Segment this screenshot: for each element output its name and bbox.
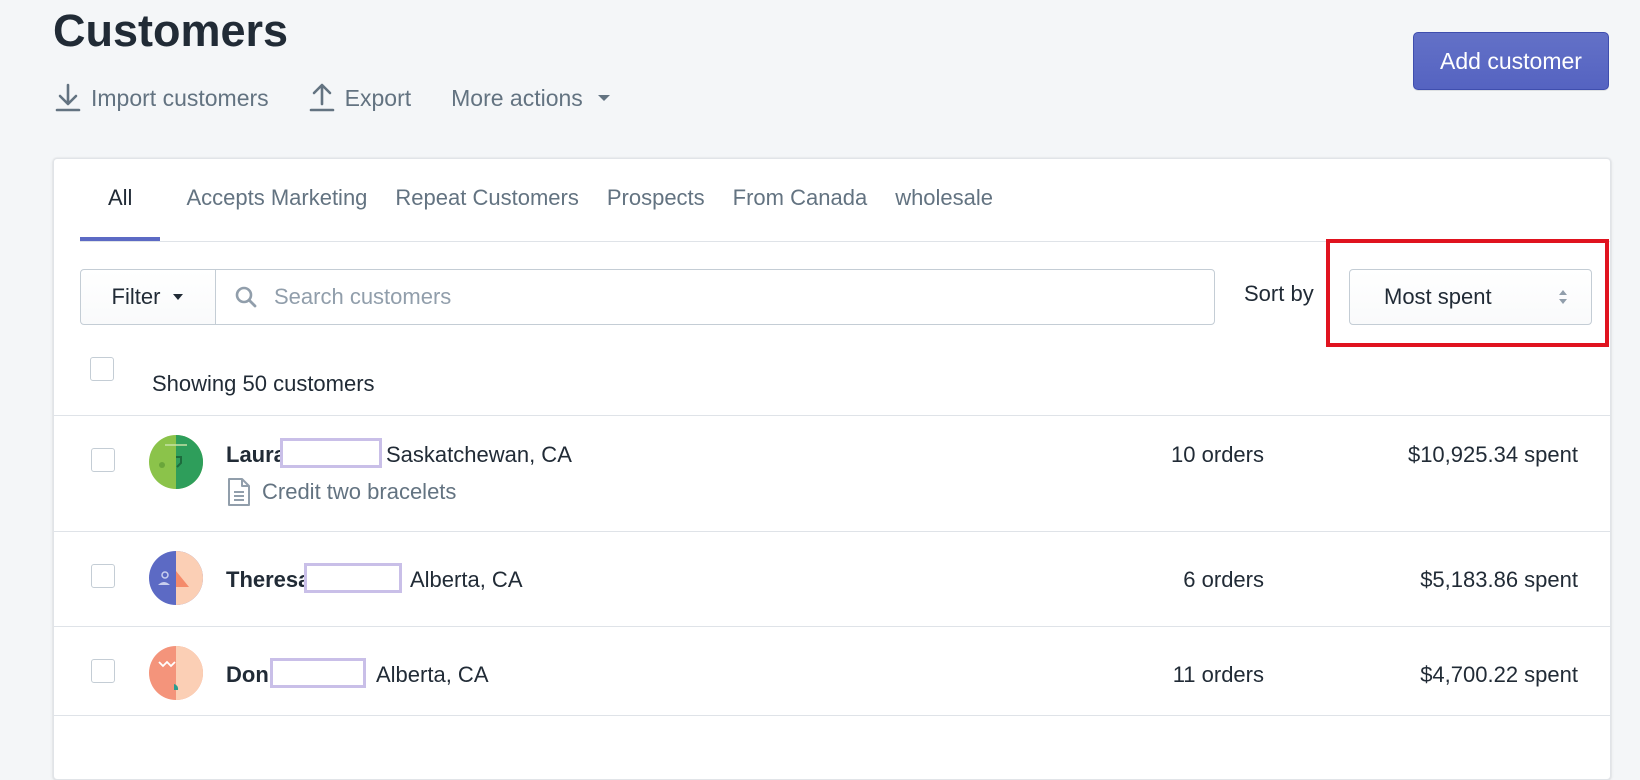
select-arrows-icon [1559, 290, 1567, 304]
customer-location: Saskatchewan, CA [386, 442, 572, 467]
avatar [149, 646, 203, 700]
customer-checkbox[interactable] [91, 448, 115, 472]
more-actions-label: More actions [451, 84, 583, 111]
customer-spent: $10,925.34 spent [1407, 442, 1578, 467]
redaction-box [280, 438, 382, 468]
page-actions: Import customers Export More actions [55, 78, 661, 118]
tabs-divider [80, 241, 1610, 242]
filter-button[interactable]: Filter [80, 269, 216, 325]
customer-name[interactable]: Theresa [226, 567, 310, 593]
showing-count: Showing 50 customers [152, 371, 375, 396]
row-divider [54, 531, 1610, 532]
export-button[interactable]: Export [309, 83, 411, 113]
tab-from-canada[interactable]: From Canada [719, 159, 882, 241]
customer-note: Credit two bracelets [226, 477, 456, 507]
tab-bar: All Accepts Marketing Repeat Customers P… [80, 159, 1007, 241]
row-divider [54, 626, 1610, 627]
upload-icon [309, 83, 334, 112]
row-divider [54, 415, 1610, 416]
sort-select[interactable]: Most spent [1349, 269, 1592, 325]
import-customers-label: Import customers [91, 84, 269, 111]
sort-select-value: Most spent [1384, 284, 1492, 309]
search-field[interactable] [215, 269, 1215, 325]
customer-checkbox[interactable] [91, 659, 115, 683]
avatar [149, 551, 203, 605]
redaction-box [304, 563, 402, 593]
search-icon [235, 286, 257, 308]
customer-name[interactable]: Don [226, 662, 269, 688]
export-label: Export [344, 84, 412, 111]
customer-note-text: Credit two bracelets [262, 479, 457, 504]
tab-repeat-customers[interactable]: Repeat Customers [381, 159, 592, 241]
customers-card: All Accepts Marketing Repeat Customers P… [53, 158, 1611, 780]
select-all-checkbox[interactable] [90, 357, 114, 381]
download-icon [55, 83, 81, 112]
sort-by-label: Sort by [1244, 281, 1314, 306]
customer-spent: $4,700.22 spent [1420, 662, 1578, 687]
customer-location: Alberta, CA [410, 567, 523, 592]
customer-orders: 11 orders [1172, 662, 1264, 687]
search-input[interactable] [272, 283, 1156, 311]
customer-orders: 10 orders [1171, 442, 1264, 467]
customer-name[interactable]: Laura [226, 442, 286, 468]
tab-wholesale[interactable]: wholesale [881, 159, 1007, 241]
customer-location: Alberta, CA [376, 662, 489, 687]
caret-down-icon [173, 294, 184, 300]
add-customer-button[interactable]: Add customer [1413, 32, 1609, 90]
tab-accepts-marketing[interactable]: Accepts Marketing [160, 159, 381, 241]
customer-checkbox[interactable] [91, 564, 115, 588]
avatar [149, 435, 203, 489]
tab-all[interactable]: All [80, 159, 161, 241]
caret-down-icon [597, 95, 610, 101]
customer-orders: 6 orders [1183, 567, 1264, 592]
more-actions-button[interactable]: More actions [451, 85, 621, 112]
redaction-box [270, 658, 366, 688]
document-icon [228, 478, 250, 506]
page-title: Customers [53, 5, 289, 56]
customer-spent: $5,183.86 spent [1420, 567, 1578, 592]
import-customers-button[interactable]: Import customers [55, 83, 269, 113]
filter-label: Filter [111, 284, 161, 309]
row-divider [54, 715, 1610, 716]
tab-prospects[interactable]: Prospects [593, 159, 719, 241]
